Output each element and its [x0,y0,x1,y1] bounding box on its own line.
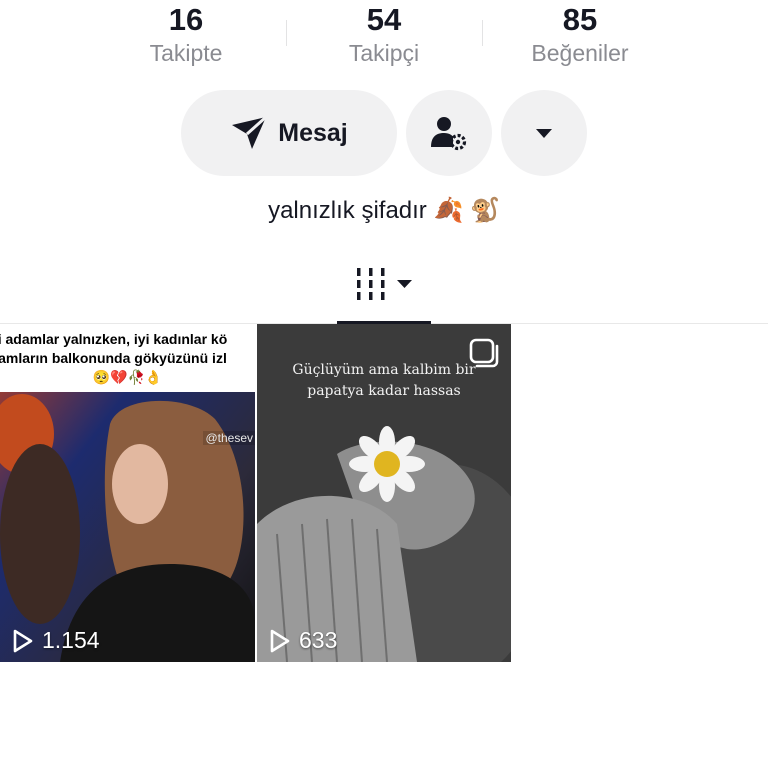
video-caption: i adamlar yalnızken, iyi kadınlar kö aml… [0,324,255,392]
stat-likes[interactable]: 85 Beğeniler [480,2,680,68]
stat-likes-label: Beğeniler [531,40,629,66]
stat-followers-label: Takipçi [348,40,420,66]
caption-line: i adamlar yalnızken, iyi kadınlar kö [0,331,228,347]
stat-followers-count: 54 [366,2,402,37]
stat-following-count: 16 [168,2,204,37]
stat-following[interactable]: 16 Takipte [86,2,286,68]
video-watermark: @thesev [203,431,255,445]
view-count-value: 633 [299,627,338,653]
message-button[interactable]: Mesaj [181,90,397,176]
caption-line: amların balkonunda gökyüzünü izl [0,350,227,366]
view-count-value: 1.154 [42,627,100,653]
friend-settings-button[interactable] [406,90,492,176]
play-icon [12,628,42,654]
profile-bio: yalnızlık şifadır 🍂 🐒 [268,197,500,224]
stat-likes-count: 85 [562,2,598,37]
play-icon [269,628,299,654]
caption-line: Güçlüyüm ama kalbim bir [292,362,476,378]
video-tile[interactable]: Güçlüyüm ama kalbim bir papatya kadar ha… [257,324,511,662]
video-tile[interactable]: i adamlar yalnızken, iyi kadınlar kö aml… [0,324,255,662]
stat-followers[interactable]: 54 Takipçi [284,2,484,68]
stat-following-label: Takipte [149,40,223,66]
message-button-label: Mesaj [278,118,348,147]
caption-emojis: 🥺💔🥀👌 [92,369,163,385]
user-settings-icon [429,113,469,153]
view-count: 633 [269,627,337,654]
send-icon [230,115,268,151]
view-count: 1.154 [12,627,100,654]
tab-videos[interactable] [337,258,431,325]
video-caption: Güçlüyüm ama kalbim bir papatya kadar ha… [257,360,511,402]
more-button[interactable] [501,90,587,176]
profile-stats: 16 Takipte 54 Takipçi 85 Beğeniler [0,0,768,80]
content-tabs [0,258,768,325]
caption-line: papatya kadar hassas [307,383,461,399]
grid-icon [355,268,415,304]
caret-down-icon [534,126,554,140]
